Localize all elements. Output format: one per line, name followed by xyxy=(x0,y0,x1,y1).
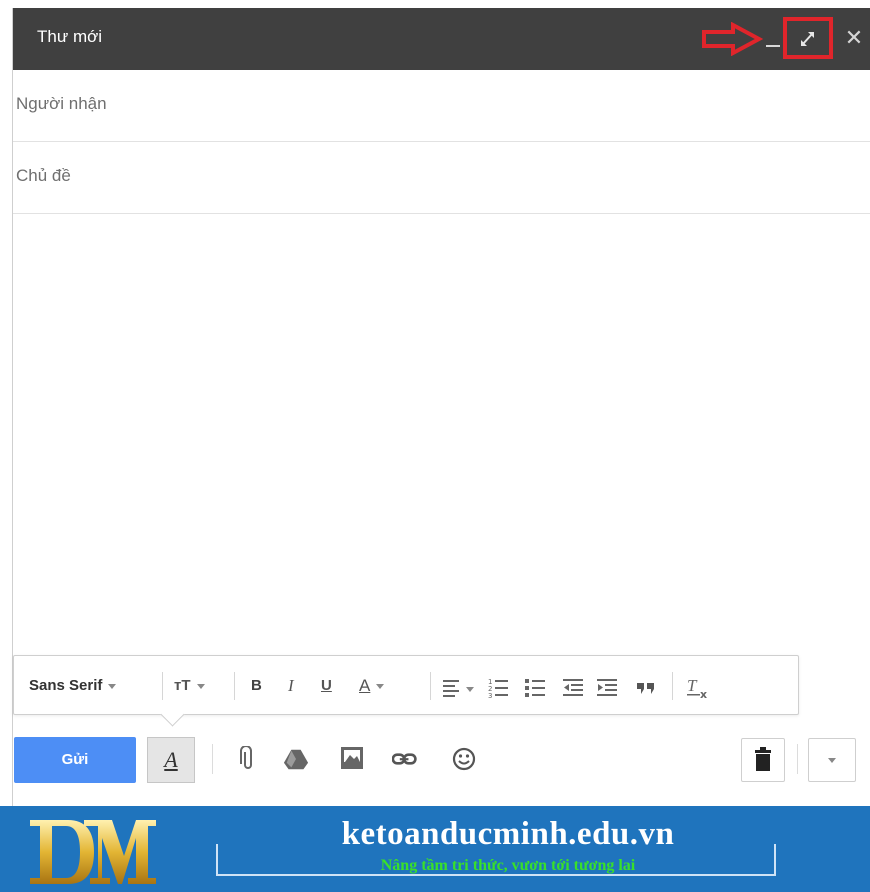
attach-icon[interactable] xyxy=(235,746,261,772)
font-family-select[interactable]: Sans Serif xyxy=(29,673,117,699)
more-options-button[interactable] xyxy=(808,738,856,782)
close-button[interactable]: ✕ xyxy=(843,23,865,53)
indent-more-icon[interactable] xyxy=(597,675,619,701)
subject-field[interactable]: Chủ đề xyxy=(13,142,870,214)
text-color-icon: A xyxy=(359,676,371,695)
trash-icon xyxy=(755,747,771,771)
title-bar[interactable]: Thư mới ✕ xyxy=(13,8,870,70)
bulleted-list-icon[interactable] xyxy=(525,675,547,701)
annotation-arrow-icon xyxy=(702,22,763,56)
italic-button[interactable]: I xyxy=(288,673,294,699)
svg-text:x: x xyxy=(700,688,707,701)
message-body[interactable] xyxy=(13,214,870,662)
expand-icon xyxy=(801,32,814,46)
link-icon[interactable] xyxy=(392,746,418,772)
site-url: ketoanducminh.edu.vn xyxy=(341,816,675,852)
svg-text:T: T xyxy=(687,676,698,695)
send-button[interactable]: Gửi xyxy=(14,737,136,783)
text-color-button[interactable]: A xyxy=(359,673,385,699)
window-title: Thư mới xyxy=(37,27,103,46)
remove-formatting-icon[interactable]: T x xyxy=(686,675,712,701)
maximize-button[interactable] xyxy=(783,17,833,59)
brand-banner: ketoanducminh.edu.vn Nâng tầm tri thức, … xyxy=(0,806,870,892)
numbered-list-icon[interactable]: 123 xyxy=(488,675,510,701)
formatting-options-button[interactable]: A xyxy=(147,737,195,783)
recipients-field[interactable]: Người nhận xyxy=(13,70,870,142)
slogan: Nâng tầm tri thức, vươn tới tương lai xyxy=(380,857,636,874)
font-size-select[interactable]: тT xyxy=(174,673,205,699)
underline-button[interactable]: U xyxy=(321,673,332,699)
font-size-icon: тT xyxy=(174,677,191,694)
align-icon[interactable] xyxy=(442,675,476,701)
discard-draft-button[interactable] xyxy=(741,738,785,782)
bold-button[interactable]: B xyxy=(251,673,262,699)
photo-icon[interactable] xyxy=(340,746,366,772)
font-family-label: Sans Serif xyxy=(29,677,103,694)
quote-icon[interactable] xyxy=(635,675,657,701)
svg-text:3: 3 xyxy=(488,692,492,700)
emoji-icon[interactable] xyxy=(452,746,478,772)
formatting-toolbar: Sans Serif тT B I U A 123 T x xyxy=(13,655,799,727)
drive-icon[interactable] xyxy=(283,746,309,772)
subject-placeholder: Chủ đề xyxy=(16,166,71,185)
more-options-icon xyxy=(828,758,836,763)
recipients-placeholder: Người nhận xyxy=(16,94,107,113)
brand-logo xyxy=(30,820,156,884)
indent-less-icon[interactable] xyxy=(563,675,585,701)
compose-actions-bar: Gửi A xyxy=(0,728,858,798)
